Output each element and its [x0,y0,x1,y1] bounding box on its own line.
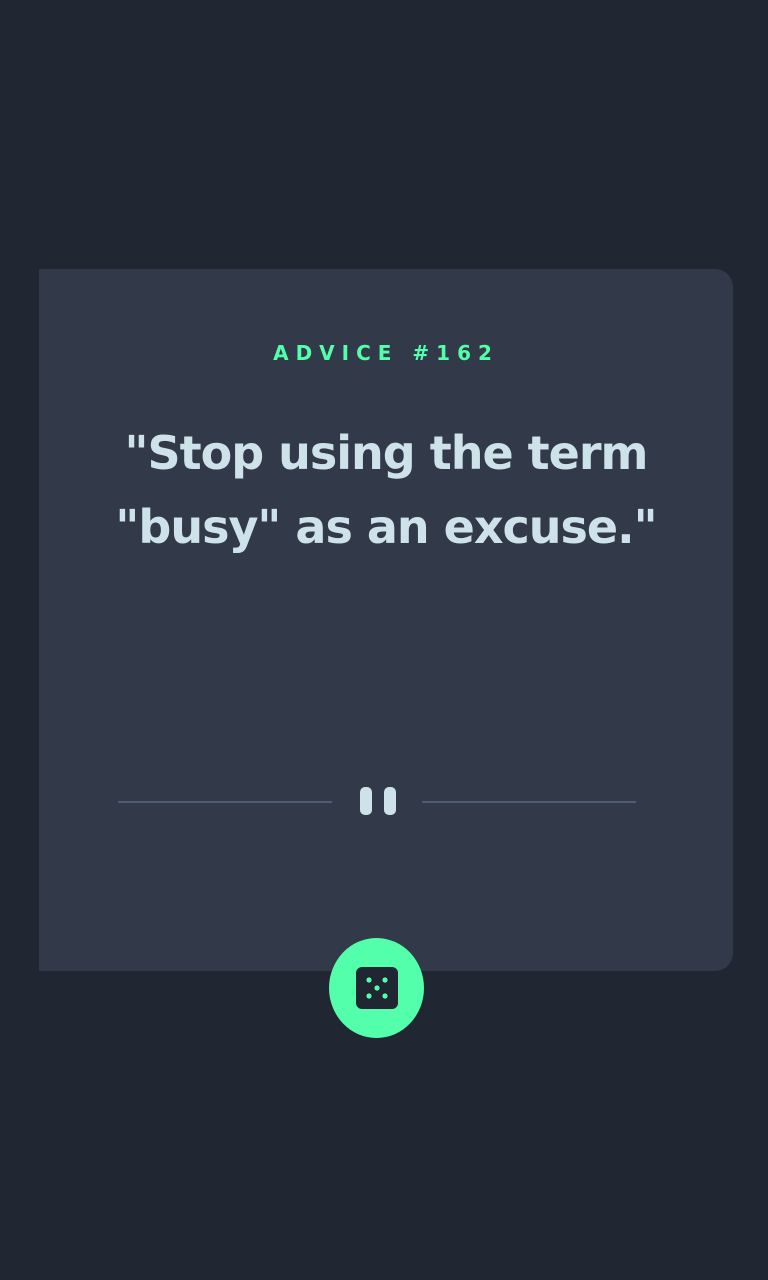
pause-bar-right [384,787,396,815]
dice-icon [355,967,398,1009]
generate-advice-button[interactable] [329,938,424,1038]
advice-quote: "Stop using the term "busy" as an excuse… [115,426,657,554]
divider-line-right [422,801,636,803]
advice-card: ADVICE #162 "Stop using the term "busy" … [39,269,733,971]
pause-icon [360,787,396,815]
pause-bar-left [360,787,372,815]
advice-id-label: ADVICE #162 [273,341,499,365]
divider [118,786,636,816]
divider-line-left [118,801,332,803]
